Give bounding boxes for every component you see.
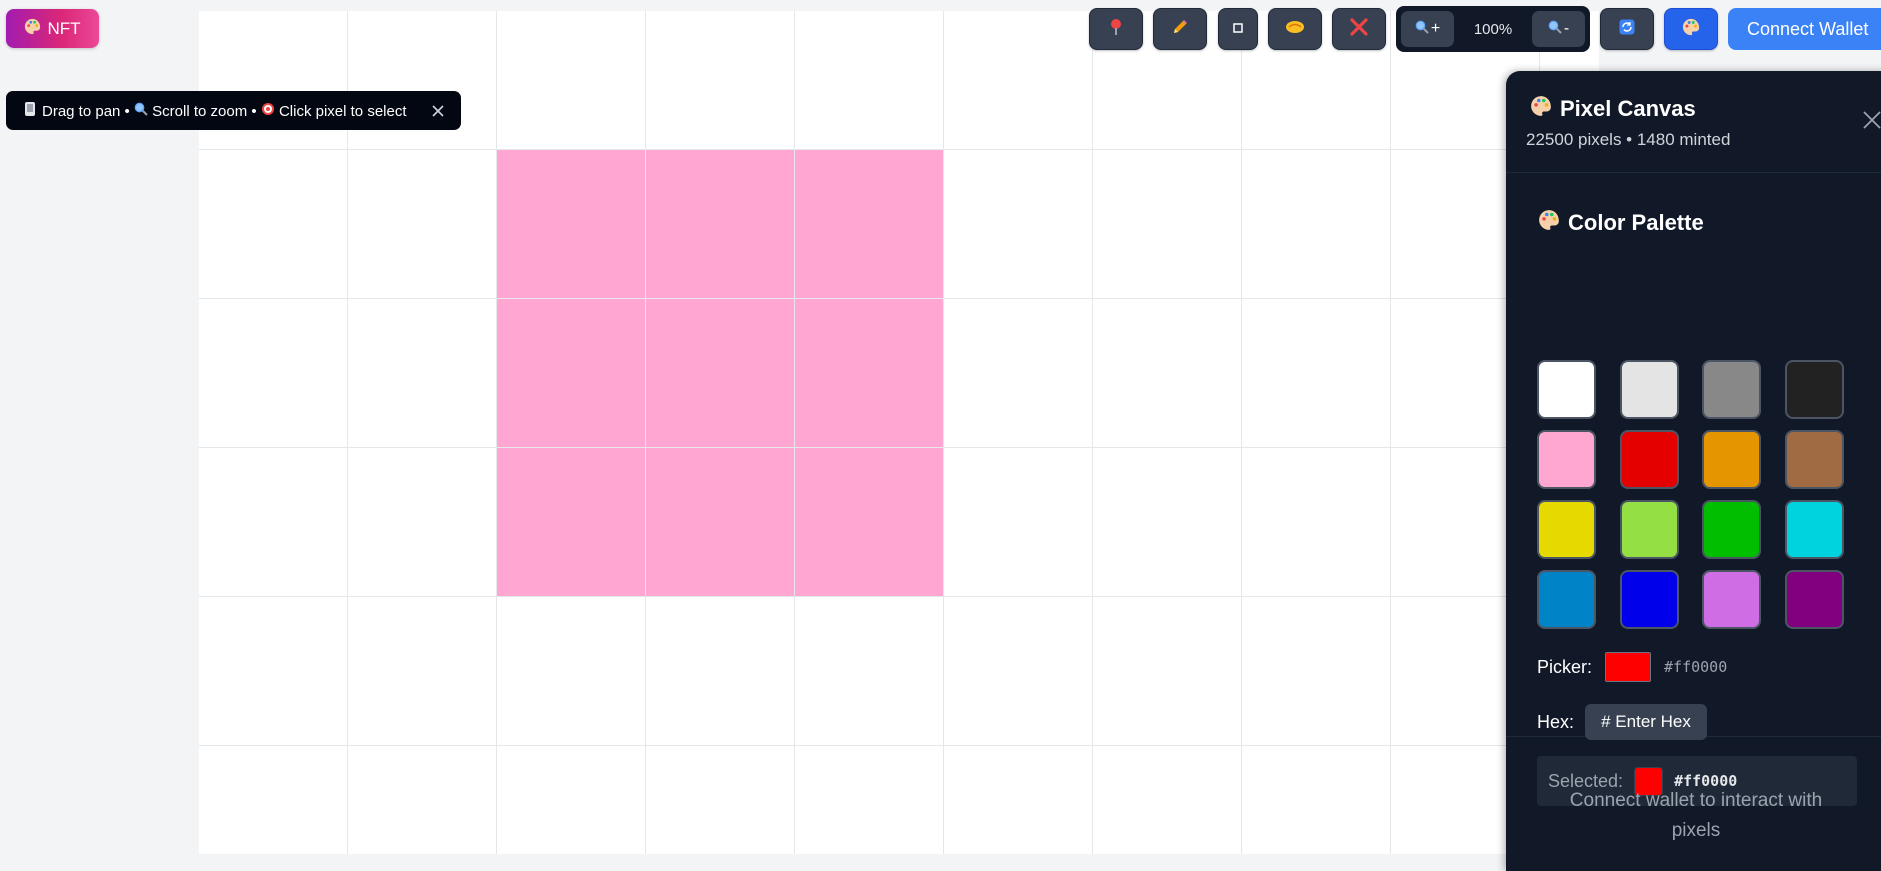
zoom-out-label: - <box>1563 20 1570 37</box>
magnifier-icon <box>1415 20 1429 39</box>
palette-swatch[interactable] <box>1784 570 1844 629</box>
palette-swatch[interactable] <box>1537 430 1596 489</box>
palette-swatch[interactable] <box>1619 430 1679 489</box>
palette-toggle-button[interactable] <box>1664 8 1718 50</box>
zoom-in-button[interactable]: + <box>1401 11 1454 47</box>
handshake-icon <box>1285 19 1305 40</box>
close-icon[interactable] <box>1861 109 1881 133</box>
palette-swatch[interactable] <box>1619 360 1679 419</box>
palette-icon <box>1538 209 1560 237</box>
canvas-pixel[interactable] <box>795 448 943 596</box>
color-palette-title-text: Color Palette <box>1568 210 1704 235</box>
palette-swatch[interactable] <box>1619 570 1679 629</box>
pixel-canvas[interactable] <box>199 11 1599 854</box>
square-icon <box>1233 20 1243 38</box>
grid-line <box>645 11 646 854</box>
grid-line <box>199 596 1599 597</box>
grid-line <box>943 11 944 854</box>
zoom-level: 100% <box>1473 20 1513 38</box>
grid-line <box>199 298 1599 299</box>
canvas-pixel[interactable] <box>646 150 794 298</box>
palette-swatch[interactable] <box>1784 500 1844 559</box>
connect-wallet-button[interactable]: Connect Wallet <box>1728 8 1881 50</box>
canvas-pixel[interactable] <box>646 299 794 447</box>
canvas-pixel[interactable] <box>497 299 645 447</box>
side-panel: Pixel Canvas 22500 pixels • 1480 minted … <box>1506 71 1881 871</box>
nft-button[interactable]: NFT <box>6 9 99 48</box>
pin-tool-button[interactable] <box>1089 8 1143 50</box>
connect-wallet-message: Connect wallet to interact with pixels <box>1506 786 1881 846</box>
zoom-in-label: + <box>1430 20 1441 37</box>
grid-line <box>1092 11 1093 854</box>
grid-line <box>199 447 1599 448</box>
picker-row: Picker: #ff0000 <box>1537 652 1727 682</box>
clear-tool-button[interactable] <box>1332 8 1386 50</box>
grid-line <box>1241 11 1242 854</box>
grid-line <box>496 11 497 854</box>
panel-header: Pixel Canvas 22500 pixels • 1480 minted <box>1506 71 1881 173</box>
hint-text: Drag to pan • Scroll to zoom • Click pix… <box>42 102 407 120</box>
panel-subtitle: 22500 pixels • 1480 minted <box>1526 130 1731 149</box>
square-tool-button[interactable] <box>1218 8 1258 50</box>
hex-row: Hex: # Enter Hex <box>1537 704 1708 740</box>
refresh-button[interactable] <box>1600 8 1654 50</box>
magnifier-icon <box>1548 20 1562 39</box>
canvas-pixel[interactable] <box>795 299 943 447</box>
picker-label: Picker: <box>1537 656 1593 677</box>
palette-swatch[interactable] <box>1537 360 1596 419</box>
palette-swatch[interactable] <box>1702 430 1761 489</box>
pushpin-icon <box>1108 18 1124 41</box>
canvas-pixel[interactable] <box>646 448 794 596</box>
cross-mark-icon <box>1350 17 1368 41</box>
canvas-pixel[interactable] <box>497 150 645 298</box>
palette-icon <box>24 18 41 40</box>
grid-line <box>1390 11 1391 854</box>
picker-value: #ff0000 <box>1664 658 1728 676</box>
palette-swatch[interactable] <box>1702 570 1761 629</box>
magnifier-icon <box>134 102 152 120</box>
color-picker-input[interactable] <box>1605 652 1652 682</box>
palette-swatch[interactable] <box>1702 500 1761 559</box>
connect-message-line-1: Connect wallet to interact with <box>1569 790 1823 811</box>
enter-hex-button[interactable]: # Enter Hex <box>1585 704 1708 740</box>
grid-line <box>794 11 795 854</box>
canvas-pixel[interactable] <box>795 150 943 298</box>
panel-title: Pixel Canvas <box>1530 95 1696 123</box>
refresh-icon <box>1619 19 1635 40</box>
pencil-tool-button[interactable] <box>1153 8 1207 50</box>
zoom-controls: + 100% - <box>1396 6 1590 52</box>
help-hint-bar: Drag to pan • Scroll to zoom • Click pix… <box>6 91 461 130</box>
palette-swatch[interactable] <box>1784 360 1844 419</box>
panel-title-text: Pixel Canvas <box>1560 96 1696 121</box>
connect-message-line-2: pixels <box>1671 820 1721 841</box>
target-icon <box>261 102 279 120</box>
hex-label: Hex: <box>1537 711 1575 732</box>
palette-swatch[interactable] <box>1537 570 1596 629</box>
palette-icon <box>1530 95 1552 123</box>
grid-line <box>199 149 1599 150</box>
color-palette-title: Color Palette <box>1538 209 1704 237</box>
color-palette-section: Color Palette Picker: #ff0000 Hex: # Ent… <box>1506 173 1881 806</box>
palette-swatch[interactable] <box>1784 430 1844 489</box>
grid-line <box>347 11 348 854</box>
palette-swatch[interactable] <box>1702 360 1761 419</box>
zoom-out-button[interactable]: - <box>1532 11 1585 47</box>
nft-button-label: NFT <box>47 18 81 38</box>
grid-line <box>199 745 1599 746</box>
close-icon[interactable] <box>429 102 447 120</box>
canvas-pixel[interactable] <box>497 448 645 596</box>
palette-swatch[interactable] <box>1619 500 1679 559</box>
palette-swatch[interactable] <box>1537 500 1596 559</box>
hand-icon <box>24 101 36 121</box>
handshake-tool-button[interactable] <box>1268 8 1322 50</box>
palette-icon <box>1682 18 1700 41</box>
pencil-icon <box>1171 18 1189 41</box>
